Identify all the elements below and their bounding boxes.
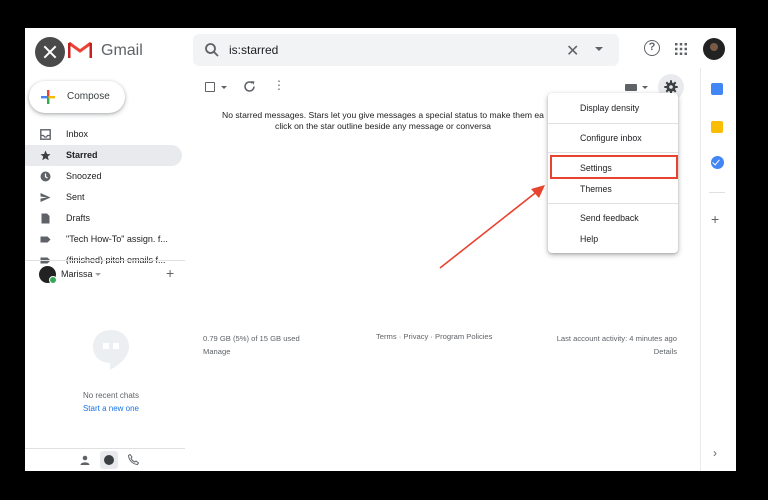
compose-label: Compose	[67, 91, 110, 102]
settings-highlight-box	[550, 155, 678, 179]
hangouts-icon[interactable]	[100, 451, 118, 469]
input-tools-keyboard-icon[interactable]	[625, 84, 637, 91]
user-name[interactable]: Marissa	[61, 269, 93, 279]
storage-usage-text: 0.79 GB (5%) of 15 GB used	[203, 334, 300, 343]
help-icon[interactable]: ?	[644, 40, 660, 56]
no-chats-text: No recent chats	[82, 391, 140, 400]
empty-message-line-2: click on the star outline beside any mes…	[275, 121, 491, 131]
draft-icon	[41, 213, 50, 224]
last-activity-text: Last account activity: 4 minutes ago	[556, 334, 677, 343]
menu-item-label: Display density	[580, 103, 640, 113]
contacts-icon[interactable]	[80, 455, 90, 465]
gmail-window: Gmail ✕ ? Compose Inbox	[25, 28, 736, 471]
sidebar-item-sent[interactable]: Sent	[25, 187, 182, 208]
sidebar-item-label: Inbox	[66, 129, 89, 139]
app-name[interactable]: Gmail	[101, 42, 143, 60]
inbox-icon	[40, 129, 51, 140]
keep-icon[interactable]	[711, 121, 723, 133]
footer-links[interactable]: Terms · Privacy · Program Policies	[376, 332, 492, 341]
phone-icon[interactable]	[128, 454, 139, 465]
get-addons-plus-icon[interactable]: +	[711, 211, 719, 227]
send-icon	[40, 193, 51, 202]
start-new-chat-link[interactable]: Start a new one	[25, 404, 197, 413]
empty-starred-message: No starred messages. Stars let you give …	[203, 110, 563, 132]
close-icon[interactable]	[35, 37, 65, 67]
search-bar: ✕	[193, 34, 619, 66]
sidebar-nav: Inbox Starred Snoozed Sent Drafts "Tech …	[25, 124, 185, 264]
sidebar-divider	[25, 260, 185, 261]
sidebar-item-label-pitch-emails[interactable]: (finished) pitch emails f...	[25, 250, 182, 264]
calendar-icon[interactable]	[711, 83, 723, 95]
menu-item-label: Configure inbox	[580, 133, 642, 143]
manage-storage-link[interactable]: Manage	[203, 345, 300, 358]
clock-icon	[40, 171, 51, 182]
menu-item-label: Themes	[580, 184, 612, 194]
search-options-chevron-icon[interactable]	[595, 47, 603, 51]
user-status-chevron-icon[interactable]	[95, 273, 101, 276]
apps-grid-icon[interactable]	[675, 43, 687, 55]
storage-info: 0.79 GB (5%) of 15 GB used Manage	[203, 332, 300, 358]
account-avatar[interactable]	[703, 38, 725, 60]
select-options-chevron-icon[interactable]	[221, 86, 227, 89]
new-chat-plus-icon[interactable]: +	[166, 265, 174, 281]
sidebar-item-label-tech-how-to[interactable]: "Tech How-To" assign. f...	[25, 229, 182, 250]
sidebar-item-label: "Tech How-To" assign. f...	[66, 234, 168, 244]
menu-separator	[548, 152, 678, 153]
more-options-icon[interactable]: ⋮	[273, 79, 285, 91]
empty-message-line-1: No starred messages. Stars let you give …	[222, 110, 544, 120]
select-all-checkbox[interactable]	[205, 82, 215, 92]
activity-details-link[interactable]: Details	[525, 345, 677, 358]
expand-side-panel-chevron-icon[interactable]: ›	[713, 446, 717, 460]
search-input[interactable]	[229, 40, 529, 60]
clear-search-icon[interactable]: ✕	[566, 41, 579, 61]
sidebar-item-inbox[interactable]: Inbox	[25, 124, 182, 145]
hangouts-user-row[interactable]: Marissa +	[39, 265, 184, 286]
search-icon[interactable]	[204, 42, 220, 58]
annotation-arrow	[439, 185, 545, 269]
menu-item-label: Send feedback	[580, 213, 639, 223]
side-panel-divider	[700, 68, 701, 471]
sidebar-item-label: Drafts	[66, 213, 91, 223]
input-tools-chevron-icon[interactable]	[642, 86, 648, 89]
menu-separator	[548, 123, 678, 124]
menu-item-configure-inbox[interactable]: Configure inbox	[548, 128, 678, 148]
menu-item-display-density[interactable]: Display density	[548, 98, 678, 118]
sidebar-item-label: Sent	[66, 192, 85, 202]
compose-plus-icon	[41, 90, 55, 104]
label-icon	[40, 236, 51, 243]
star-icon	[40, 150, 51, 161]
sidebar-item-label: Starred	[66, 150, 98, 160]
sidebar-item-starred[interactable]: Starred	[25, 145, 182, 166]
gear-icon	[664, 80, 678, 94]
user-avatar[interactable]	[39, 266, 57, 284]
tasks-icon[interactable]	[711, 156, 724, 169]
sidebar-item-snoozed[interactable]: Snoozed	[25, 166, 182, 187]
menu-item-help[interactable]: Help	[548, 229, 678, 249]
menu-separator	[548, 203, 678, 204]
hangouts-quote-icon	[93, 330, 129, 370]
menu-item-themes[interactable]: Themes	[548, 179, 678, 199]
compose-button[interactable]: Compose	[29, 81, 125, 113]
menu-item-label: Help	[580, 234, 599, 244]
menu-item-send-feedback[interactable]: Send feedback	[548, 208, 678, 228]
refresh-icon[interactable]	[243, 80, 256, 93]
hangouts-bottom-bar	[25, 448, 185, 471]
sidebar-item-label: Snoozed	[66, 171, 102, 181]
last-activity-info: Last account activity: 4 minutes ago Det…	[525, 332, 677, 358]
sidebar-item-drafts[interactable]: Drafts	[25, 208, 182, 229]
gmail-logo-icon[interactable]	[68, 41, 92, 59]
side-panel-separator	[709, 192, 725, 193]
